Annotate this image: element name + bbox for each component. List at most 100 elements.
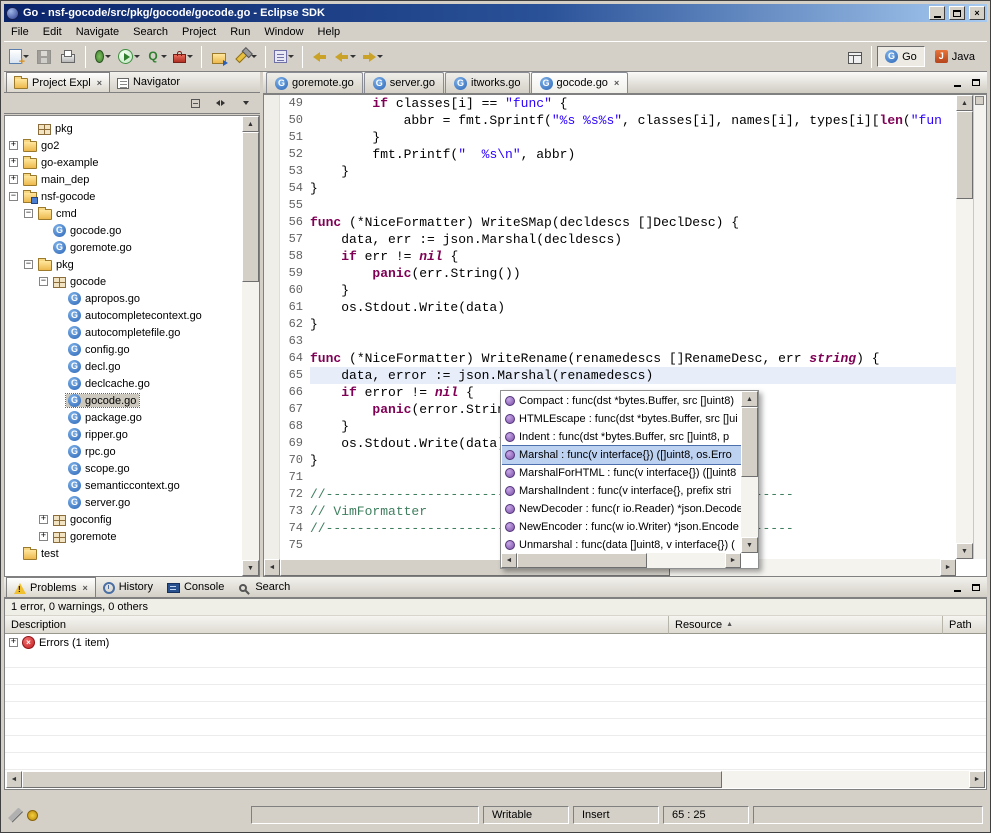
new-button[interactable] xyxy=(7,45,31,69)
editor-tab-server.go[interactable]: server.go xyxy=(364,72,444,93)
maximize-button[interactable] xyxy=(949,6,965,20)
editor-tab-itworks.go[interactable]: itworks.go xyxy=(445,72,530,93)
close-tab-icon[interactable]: × xyxy=(97,78,102,88)
collapse-all-button[interactable] xyxy=(187,96,204,111)
perspective-go-button[interactable]: Go xyxy=(877,46,925,67)
tree-item-package.go[interactable]: package.go xyxy=(5,409,259,426)
menu-item-edit[interactable]: Edit xyxy=(36,24,69,40)
editor-tab-goremote.go[interactable]: goremote.go xyxy=(266,72,363,93)
view-tab-history[interactable]: History xyxy=(96,577,160,597)
completion-item[interactable]: NewEncoder : func(w io.Writer) *json.Enc… xyxy=(502,518,741,536)
completion-item[interactable]: Indent : func(dst *bytes.Buffer, src []u… xyxy=(502,428,741,446)
column-header-resource[interactable]: Resource▲ xyxy=(669,616,943,634)
search-button[interactable] xyxy=(232,45,259,69)
close-tab-icon[interactable]: × xyxy=(82,583,87,593)
menu-item-navigate[interactable]: Navigate xyxy=(69,24,126,40)
collapse-icon[interactable]: − xyxy=(24,260,33,269)
scroll-up-button[interactable]: ▲ xyxy=(956,95,973,111)
tree-item-ripper.go[interactable]: ripper.go xyxy=(5,426,259,443)
fast-view-icon[interactable] xyxy=(8,808,23,823)
tree-item-autocompletecontext.go[interactable]: autocompletecontext.go xyxy=(5,307,259,324)
completion-item[interactable]: Unmarshal : func(data []uint8, v interfa… xyxy=(502,536,741,553)
completion-item[interactable]: NewDecoder : func(r io.Reader) *json.Dec… xyxy=(502,500,741,518)
minimize-panel-button[interactable] xyxy=(949,580,965,595)
expand-icon[interactable]: + xyxy=(39,515,48,524)
collapse-icon[interactable]: − xyxy=(24,209,33,218)
completion-item[interactable]: Marshal : func(v interface{}) ([]uint8, … xyxy=(502,446,741,464)
menu-item-window[interactable]: Window xyxy=(257,24,310,40)
run-button[interactable] xyxy=(116,45,142,69)
tree-item-apropos.go[interactable]: apropos.go xyxy=(5,290,259,307)
scrollbar-track[interactable] xyxy=(956,111,973,543)
menu-item-project[interactable]: Project xyxy=(175,24,223,40)
scroll-left-button[interactable]: ◄ xyxy=(501,553,517,568)
tree-item-cmd[interactable]: −cmd xyxy=(5,205,259,222)
tree-item-pkg[interactable]: pkg xyxy=(5,120,259,137)
tree-item-gocode.go[interactable]: gocode.go xyxy=(5,222,259,239)
minimize-panel-button[interactable] xyxy=(949,75,965,90)
tree-item-rpc.go[interactable]: rpc.go xyxy=(5,443,259,460)
tree-item-scope.go[interactable]: scope.go xyxy=(5,460,259,477)
view-tab-search[interactable]: Search xyxy=(231,577,297,597)
tree-item-declcache.go[interactable]: declcache.go xyxy=(5,375,259,392)
view-tab-problems[interactable]: Problems× xyxy=(6,577,96,597)
scroll-down-button[interactable]: ▼ xyxy=(242,560,259,576)
scroll-left-button[interactable]: ◄ xyxy=(264,559,280,576)
problems-row[interactable]: +Errors (1 item) xyxy=(5,634,986,651)
print-button[interactable] xyxy=(57,45,79,69)
expand-icon[interactable]: + xyxy=(9,638,18,647)
tree-item-test[interactable]: test xyxy=(5,545,259,562)
scrollbar-track[interactable] xyxy=(517,553,725,568)
maximize-panel-button[interactable] xyxy=(968,580,984,595)
tree-item-main_dep[interactable]: +main_dep xyxy=(5,171,259,188)
link-with-editor-button[interactable] xyxy=(212,96,229,111)
collapse-icon[interactable]: − xyxy=(9,192,18,201)
completion-item[interactable]: MarshalIndent : func(v interface{}, pref… xyxy=(502,482,741,500)
annotation-button[interactable] xyxy=(272,45,296,69)
tree-item-config.go[interactable]: config.go xyxy=(5,341,259,358)
column-header-path[interactable]: Path xyxy=(943,616,986,634)
tree-item-gocode[interactable]: −gocode xyxy=(5,273,259,290)
scroll-down-button[interactable]: ▼ xyxy=(741,537,758,553)
tree-item-goconfig[interactable]: +goconfig xyxy=(5,511,259,528)
open-perspective-button[interactable] xyxy=(844,45,866,69)
scrollbar-thumb[interactable] xyxy=(22,771,722,788)
menu-item-help[interactable]: Help xyxy=(311,24,348,40)
tree-item-semanticcontext.go[interactable]: semanticcontext.go xyxy=(5,477,259,494)
tree-item-go2[interactable]: +go2 xyxy=(5,137,259,154)
view-menu-button[interactable] xyxy=(237,96,254,111)
scroll-up-button[interactable]: ▲ xyxy=(242,116,259,132)
maximize-panel-button[interactable] xyxy=(968,75,984,90)
view-tab-navigator[interactable]: Navigator xyxy=(110,72,187,92)
scroll-up-button[interactable]: ▲ xyxy=(741,391,758,407)
menu-item-search[interactable]: Search xyxy=(126,24,175,40)
tree-item-goremote[interactable]: +goremote xyxy=(5,528,259,545)
expand-icon[interactable]: + xyxy=(9,175,18,184)
expand-icon[interactable]: + xyxy=(39,532,48,541)
titlebar[interactable]: Go - nsf-gocode/src/pkg/gocode/gocode.go… xyxy=(4,4,987,22)
last-edit-location-button[interactable] xyxy=(309,45,331,69)
completion-item[interactable]: MarshalForHTML : func(v interface{}) ([]… xyxy=(502,464,741,482)
save-button[interactable] xyxy=(33,45,55,69)
menu-item-file[interactable]: File xyxy=(4,24,36,40)
tree-item-server.go[interactable]: server.go xyxy=(5,494,259,511)
completion-item[interactable]: Compact : func(dst *bytes.Buffer, src []… xyxy=(502,392,741,410)
view-tab-project-expl[interactable]: Project Expl× xyxy=(6,72,110,92)
scrollbar-thumb[interactable] xyxy=(242,132,259,282)
scroll-right-button[interactable]: ► xyxy=(969,771,985,788)
scroll-right-button[interactable]: ► xyxy=(725,553,741,568)
tree-item-autocompletefile.go[interactable]: autocompletefile.go xyxy=(5,324,259,341)
coverage-button[interactable] xyxy=(144,45,169,69)
tree-item-pkg[interactable]: −pkg xyxy=(5,256,259,273)
tree-item-decl.go[interactable]: decl.go xyxy=(5,358,259,375)
scrollbar-track[interactable] xyxy=(242,132,259,560)
scrollbar-thumb[interactable] xyxy=(741,407,758,477)
open-resource-button[interactable] xyxy=(208,45,230,69)
completion-item[interactable]: HTMLEscape : func(dst *bytes.Buffer, src… xyxy=(502,410,741,428)
minimize-button[interactable] xyxy=(929,6,945,20)
scrollbar-track[interactable] xyxy=(22,771,969,788)
back-button[interactable] xyxy=(333,45,358,69)
menu-item-run[interactable]: Run xyxy=(223,24,257,40)
scroll-right-button[interactable]: ► xyxy=(940,559,956,576)
scroll-left-button[interactable]: ◄ xyxy=(6,771,22,788)
